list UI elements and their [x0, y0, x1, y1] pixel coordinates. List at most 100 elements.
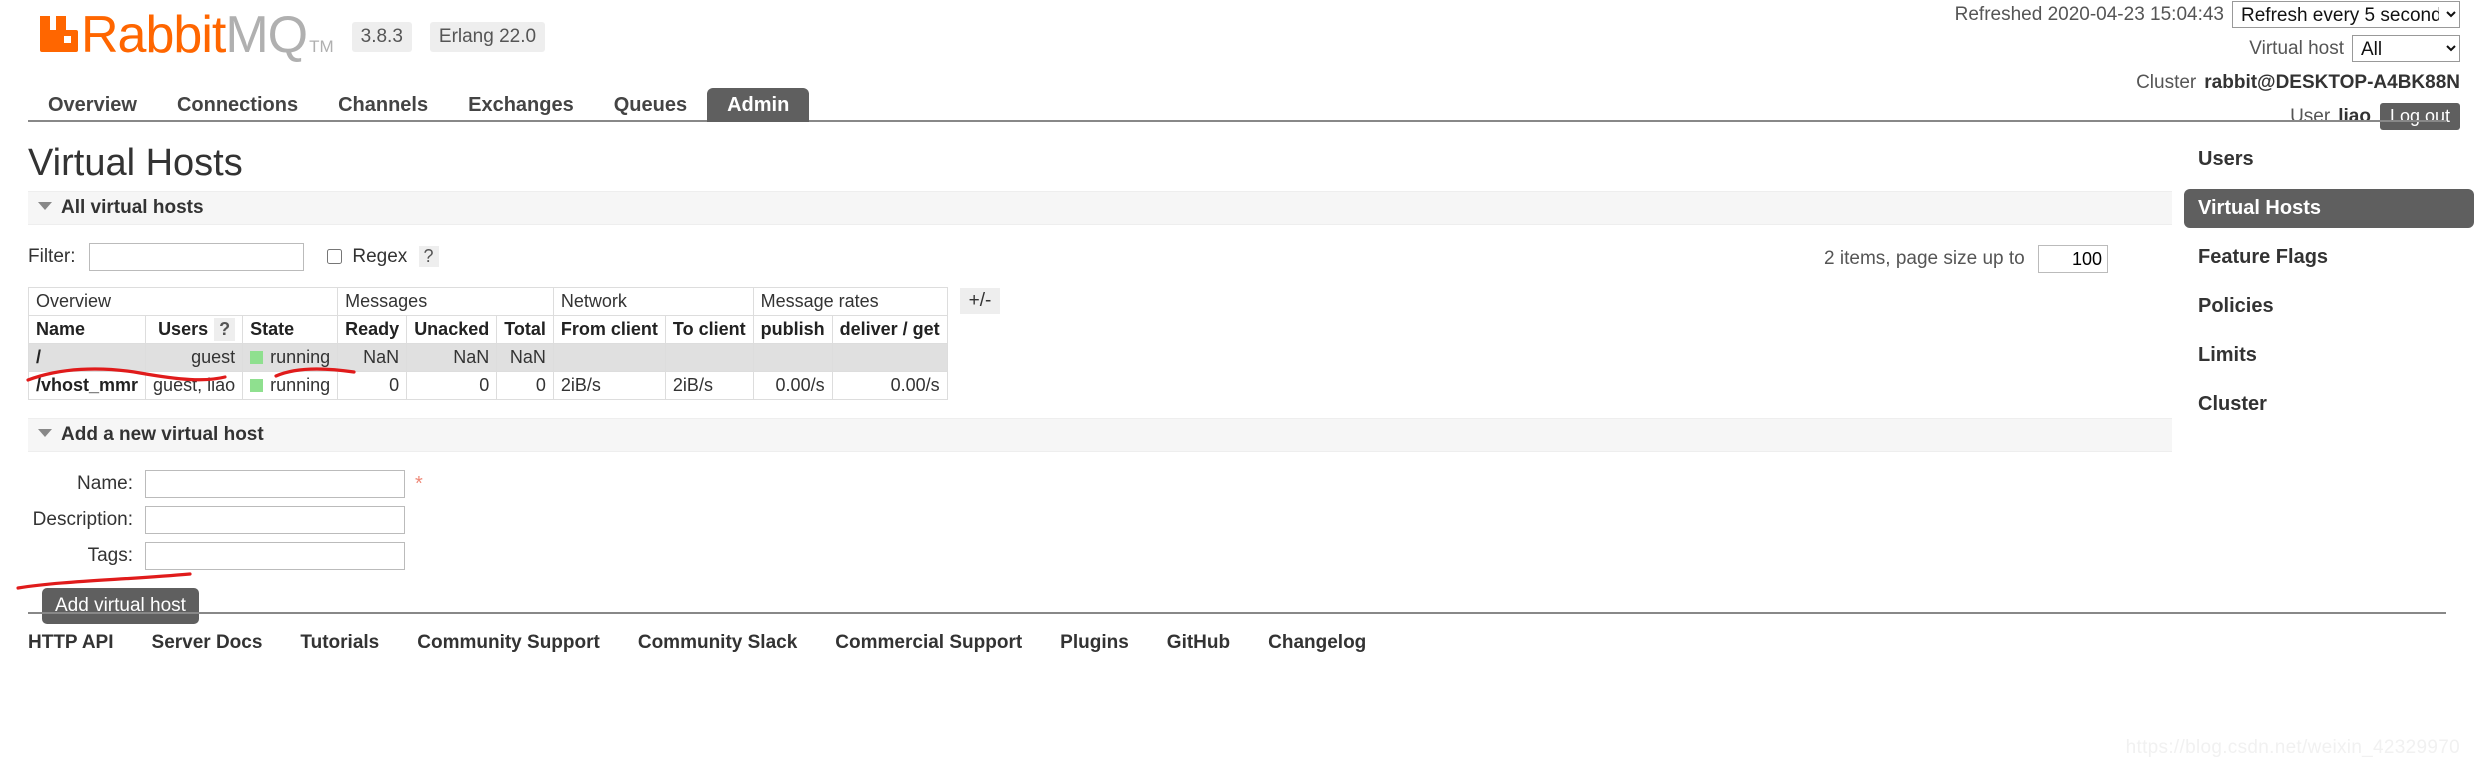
name-field-label: Name:	[77, 473, 133, 494]
filter-row: Filter: Regex ? 2 items, page size up to	[28, 243, 2200, 273]
footer-link-http-api[interactable]: HTTP API	[28, 632, 114, 653]
tab-exchanges[interactable]: Exchanges	[448, 88, 594, 122]
tab-admin[interactable]: Admin	[707, 88, 810, 122]
table-header-label: Users	[158, 319, 209, 339]
table-header-ready[interactable]: Ready	[337, 315, 408, 344]
cell-total: NaN	[496, 343, 554, 372]
cell-ready: 0	[337, 371, 408, 400]
vhost-filter-select[interactable]: All	[2352, 35, 2460, 62]
logo-trademark: TM	[309, 37, 334, 56]
cell-vhost-name[interactable]: /vhost_mmr	[27, 371, 147, 400]
state-running-indicator-icon	[250, 351, 264, 364]
tags-field-label: Tags:	[87, 545, 133, 566]
paging-controls: 2 items, page size up to	[1824, 245, 2108, 273]
footer-link-server-docs[interactable]: Server Docs	[152, 632, 263, 653]
cell-ready: NaN	[337, 343, 408, 372]
cell-total: 0	[496, 371, 554, 400]
table-header-label: From client	[560, 319, 658, 339]
table-row[interactable]: / guest running NaN NaN NaN	[27, 343, 948, 372]
table-header-publish[interactable]: publish	[752, 315, 833, 344]
users-help-icon[interactable]: ?	[214, 318, 236, 341]
page-size-input[interactable]	[2038, 245, 2108, 273]
vhost-row: Virtual host All	[1955, 34, 2460, 63]
vhost-filter-label: Virtual host	[2249, 37, 2344, 59]
cell-users: guest	[145, 343, 244, 372]
regex-checkbox[interactable]	[327, 249, 343, 264]
vhost-name-input[interactable]	[145, 470, 405, 498]
table-body: / guest running NaN NaN NaN/vhost_mmr guest, l…	[27, 343, 948, 400]
table-header-state[interactable]: State	[242, 315, 339, 344]
cell-publish: 0.00/s	[752, 371, 833, 400]
section-all-virtual-hosts[interactable]: All virtual hosts	[28, 191, 2172, 225]
table-header-label: deliver / get	[839, 319, 940, 339]
cell-from-client: 2iB/s	[552, 371, 666, 400]
tab-connections[interactable]: Connections	[157, 88, 318, 122]
table-header-users[interactable]: Users?	[145, 315, 244, 344]
section-add-virtual-host[interactable]: Add a new virtual host	[28, 418, 2172, 452]
table-group-header: Messages	[337, 287, 554, 316]
sidebar-item-policies[interactable]: Policies	[2184, 287, 2474, 326]
section-add-virtual-host-label: Add a new virtual host	[61, 424, 264, 445]
collapse-triangle-icon	[38, 429, 52, 437]
logo-text-mq: MQ	[225, 6, 308, 64]
sidebar-item-feature-flags[interactable]: Feature Flags	[2184, 238, 2474, 277]
table-header-unacked[interactable]: Unacked	[406, 315, 498, 344]
table-group-header: Message rates	[752, 287, 948, 316]
tab-queues[interactable]: Queues	[594, 88, 707, 122]
column-toggle-button[interactable]: +/-	[959, 288, 1001, 314]
filter-help-icon[interactable]: ?	[418, 246, 439, 267]
form-row-name: Name: *	[28, 470, 2200, 498]
footer-link-community-support[interactable]: Community Support	[417, 632, 600, 653]
table-header-total[interactable]: Total	[496, 315, 554, 344]
cell-to-client: 2iB/s	[664, 371, 754, 400]
tab-channels[interactable]: Channels	[318, 88, 448, 122]
footer-link-tutorials[interactable]: Tutorials	[300, 632, 379, 653]
version-badge: 3.8.3	[351, 22, 412, 52]
footer-link-commercial-support[interactable]: Commercial Support	[835, 632, 1022, 653]
footer-link-changelog[interactable]: Changelog	[1268, 632, 1366, 653]
watermark-text: https://blog.csdn.net/weixin_42329970	[2125, 737, 2460, 758]
sidebar-item-limits[interactable]: Limits	[2184, 336, 2474, 375]
cell-unacked: NaN	[406, 343, 498, 372]
table-header-label: Unacked	[414, 319, 490, 339]
sidebar-item-cluster[interactable]: Cluster	[2184, 385, 2474, 424]
vhost-tags-input[interactable]	[145, 542, 405, 570]
vhost-description-input[interactable]	[145, 506, 405, 534]
tab-overview[interactable]: Overview	[28, 88, 157, 122]
cell-vhost-name[interactable]: /	[27, 343, 147, 372]
erlang-version-badge: Erlang 22.0	[429, 22, 546, 52]
sidebar-item-virtual-hosts[interactable]: Virtual Hosts	[2184, 189, 2474, 228]
cell-state: running	[242, 343, 339, 372]
table-header-name[interactable]: Name	[27, 315, 147, 344]
required-asterisk: *	[415, 472, 423, 495]
footer-link-community-slack[interactable]: Community Slack	[638, 632, 797, 653]
footer-link-github[interactable]: GitHub	[1167, 632, 1230, 653]
state-label: running	[270, 375, 331, 395]
table-group-header: Network	[552, 287, 754, 316]
main-content: Virtual Hosts All virtual hosts Filter: …	[0, 132, 2200, 624]
filter-input[interactable]	[88, 243, 304, 271]
table-column-header-row: Name Users? State Ready Unacked Total From cli…	[27, 315, 948, 344]
brand-logo[interactable]: RabbitMQ TM 3.8.3 Erlang 22.0	[36, 9, 546, 61]
refreshed-timestamp: Refreshed 2020-04-23 15:04:43	[1954, 3, 2224, 25]
table-header-label: To client	[672, 319, 746, 339]
main-nav-tabs: Overview Connections Channels Exchanges Queu…	[28, 88, 2446, 122]
table-header-to-client[interactable]: To client	[664, 315, 754, 344]
table-header-label: Name	[36, 319, 86, 339]
cell-deliver-get	[831, 343, 948, 372]
refresh-row: Refreshed 2020-04-23 15:04:43 Refresh ev…	[1955, 0, 2460, 29]
refresh-interval-select[interactable]: Refresh every 5 seconds	[2232, 1, 2460, 28]
footer-link-plugins[interactable]: Plugins	[1060, 632, 1129, 653]
virtual-hosts-table: Overview Messages Network Message rates Nam…	[27, 287, 948, 400]
footer-links: HTTP API Server Docs Tutorials Community Su…	[28, 612, 2446, 654]
sidebar-item-users[interactable]: Users	[2184, 140, 2474, 179]
table-row[interactable]: /vhost_mmr guest, liao running 0 0 0 2iB/s 2iB/…	[27, 371, 948, 400]
form-row-tags: Tags:	[28, 542, 2200, 570]
vhosts-table-wrap: Overview Messages Network Message rates Nam…	[27, 287, 2200, 400]
cell-publish	[752, 343, 833, 372]
table-header-from-client[interactable]: From client	[552, 315, 666, 344]
state-label: running	[270, 347, 331, 367]
regex-label: Regex	[352, 246, 408, 267]
table-header-deliver-get[interactable]: deliver / get	[831, 315, 948, 344]
regex-toggle[interactable]: Regex ?	[323, 246, 439, 268]
